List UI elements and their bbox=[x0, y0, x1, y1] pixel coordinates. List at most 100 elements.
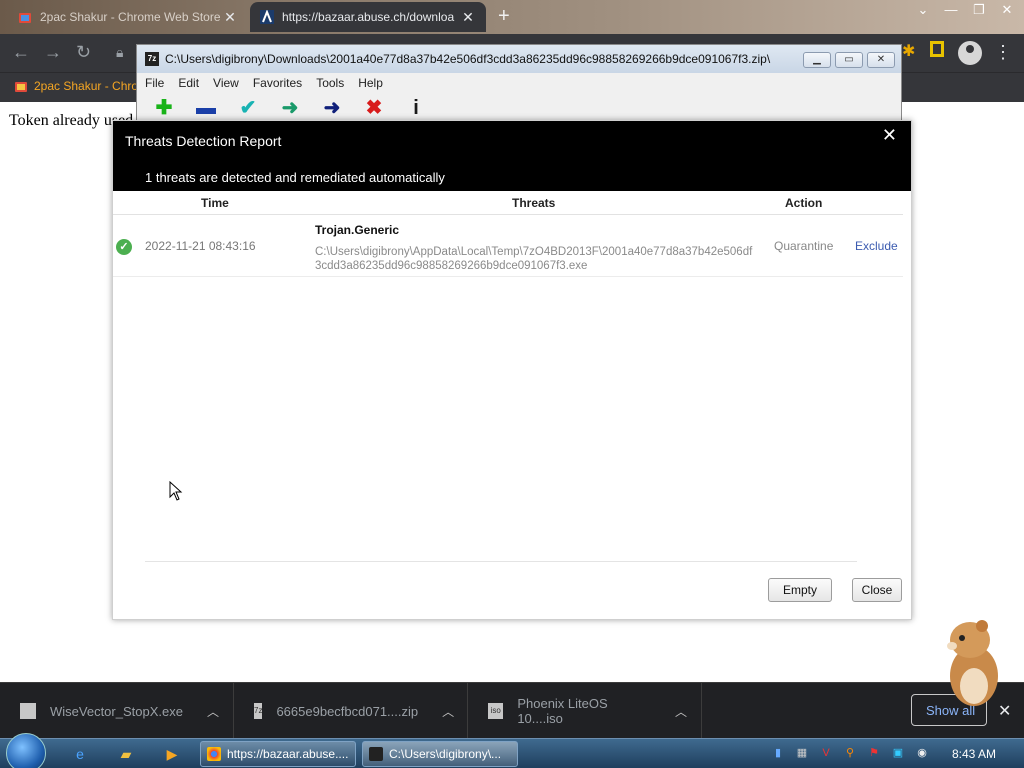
tab-chrome-web-store[interactable]: 2pac Shakur - Chrome Web Store ✕ bbox=[8, 2, 248, 32]
bookmark-favicon-icon bbox=[15, 82, 27, 92]
menu-tools[interactable]: Tools bbox=[316, 76, 344, 90]
copy-icon[interactable]: ➜ bbox=[279, 97, 301, 119]
test-icon[interactable]: ✔ bbox=[237, 97, 259, 119]
column-threats: Threats bbox=[512, 196, 556, 210]
taskbar: e ▰ ▶ https://bazaar.abuse.... C:\Users\… bbox=[0, 733, 1024, 768]
extension-icon[interactable]: ✱ bbox=[902, 41, 915, 61]
maximize-icon[interactable]: ❐ bbox=[968, 2, 990, 18]
download-item[interactable]: 7z 6665e9becfbcd071....zip ︿ bbox=[234, 683, 468, 739]
chrome-icon bbox=[207, 747, 221, 761]
threats-dialog: Threats Detection Report 1 threats are d… bbox=[112, 120, 912, 620]
exe-file-icon bbox=[20, 703, 36, 719]
download-filename: WiseVector_StopX.exe bbox=[50, 703, 183, 719]
column-action: Action bbox=[785, 196, 823, 210]
dialog-header: Threats Detection Report 1 threats are d… bbox=[113, 121, 911, 191]
menu-icon[interactable]: ⋮ bbox=[994, 42, 1012, 63]
chevron-up-icon[interactable]: ︿ bbox=[675, 703, 687, 720]
column-time: Time bbox=[201, 196, 229, 210]
iso-file-icon: iso bbox=[488, 703, 504, 719]
download-item[interactable]: iso Phoenix LiteOS 10....iso ︿ bbox=[468, 683, 702, 739]
antivirus-icon[interactable]: V bbox=[818, 745, 834, 761]
tab-close-icon[interactable]: ✕ bbox=[222, 9, 238, 26]
tray-app-icon[interactable]: ▦ bbox=[794, 745, 810, 761]
minimize-button[interactable]: ▁ bbox=[803, 52, 831, 68]
chevron-up-icon[interactable]: ︿ bbox=[207, 703, 219, 720]
flag-icon[interactable]: ⚑ bbox=[866, 745, 882, 761]
folder-icon[interactable]: ▰ bbox=[116, 744, 136, 764]
search-icon[interactable]: ⚲ bbox=[842, 745, 858, 761]
add-icon[interactable]: ✚ bbox=[153, 97, 175, 119]
reload-icon[interactable]: ↻ bbox=[76, 42, 91, 62]
tab-bazaar[interactable]: https://bazaar.abuse.ch/downloa ✕ bbox=[250, 2, 486, 32]
close-icon[interactable]: ✕ bbox=[882, 125, 897, 146]
menu-view[interactable]: View bbox=[213, 76, 239, 90]
sevenzip-menu-bar: File Edit View Favorites Tools Help bbox=[137, 73, 901, 93]
threat-path: C:\Users\digibrony\AppData\Local\Temp\7z… bbox=[315, 246, 753, 272]
network-icon[interactable]: ▣ bbox=[890, 745, 906, 761]
taskbar-chrome[interactable]: https://bazaar.abuse.... bbox=[200, 741, 356, 767]
check-circle-icon: ✓ bbox=[116, 239, 132, 255]
threat-action: Quarantine bbox=[774, 239, 834, 253]
close-button[interactable]: ✕ bbox=[867, 52, 895, 68]
sevenzip-titlebar[interactable]: 7z C:\Users\digibrony\Downloads\2001a40e… bbox=[137, 45, 901, 73]
close-button[interactable]: Close bbox=[852, 578, 902, 602]
hamster-mascot-icon bbox=[947, 620, 998, 706]
tab-close-icon[interactable]: ✕ bbox=[460, 9, 476, 26]
chevron-up-icon[interactable]: ︿ bbox=[442, 703, 454, 720]
chevron-down-icon[interactable]: ⌄ bbox=[912, 2, 934, 18]
media-player-icon[interactable]: ▶ bbox=[162, 744, 182, 764]
volume-icon[interactable]: ◉ bbox=[914, 745, 930, 761]
exclude-link[interactable]: Exclude bbox=[855, 239, 898, 253]
menu-favorites[interactable]: Favorites bbox=[253, 76, 302, 90]
download-item[interactable]: WiseVector_StopX.exe ︿ bbox=[0, 683, 234, 739]
tab-title: https://bazaar.abuse.ch/downloa bbox=[282, 10, 455, 24]
forward-icon[interactable]: → bbox=[44, 42, 62, 62]
tab-title: 2pac Shakur - Chrome Web Store bbox=[40, 10, 221, 24]
new-tab-icon[interactable]: + bbox=[498, 6, 510, 26]
dialog-title: Threats Detection Report bbox=[125, 133, 282, 149]
download-filename: Phoenix LiteOS 10....iso bbox=[517, 696, 608, 726]
dialog-subtitle: 1 threats are detected and remediated au… bbox=[145, 170, 445, 185]
sevenzip-title: C:\Users\digibrony\Downloads\2001a40e77d… bbox=[165, 52, 771, 66]
back-icon[interactable]: ← bbox=[12, 42, 30, 62]
table-header: Time Threats Action bbox=[113, 195, 903, 215]
extract-icon[interactable]: ▬ bbox=[195, 97, 217, 119]
menu-help[interactable]: Help bbox=[358, 76, 383, 90]
sevenzip-app-icon: 7z bbox=[145, 52, 159, 66]
empty-button[interactable]: Empty bbox=[768, 578, 832, 602]
browser-tab-strip: 2pac Shakur - Chrome Web Store ✕ https:/… bbox=[0, 0, 1024, 34]
bookmark-item[interactable]: 2pac Shakur - Chro bbox=[14, 79, 138, 93]
system-tray: ▮ ▦ V ⚲ ⚑ ▣ ◉ bbox=[770, 745, 930, 761]
bazaar-icon bbox=[260, 10, 274, 24]
info-icon[interactable]: i bbox=[405, 97, 427, 119]
sevenzip-icon bbox=[369, 747, 383, 761]
task-label: C:\Users\digibrony\... bbox=[389, 747, 502, 761]
internet-explorer-icon[interactable]: e bbox=[70, 744, 90, 764]
taskbar-7zip[interactable]: C:\Users\digibrony\... bbox=[362, 741, 518, 767]
zip-file-icon: 7z bbox=[254, 703, 263, 719]
download-filename: 6665e9becfbcd071....zip bbox=[276, 703, 419, 719]
chrome-web-store-icon bbox=[19, 13, 31, 23]
task-label: https://bazaar.abuse.... bbox=[227, 747, 349, 761]
sevenzip-window-controls: ▁ ▭ ✕ bbox=[803, 52, 895, 68]
lock-icon: 🔒︎ bbox=[116, 44, 124, 60]
delete-icon[interactable]: ✖ bbox=[363, 97, 385, 119]
table-row: ✓ 2022-11-21 08:43:16 Trojan.Generic C:\… bbox=[113, 217, 903, 277]
divider bbox=[145, 561, 857, 562]
profile-avatar[interactable] bbox=[958, 41, 982, 65]
maximize-button[interactable]: ▭ bbox=[835, 52, 863, 68]
start-button[interactable] bbox=[6, 733, 46, 768]
move-icon[interactable]: ➜ bbox=[321, 97, 343, 119]
clock: 8:43 AM bbox=[952, 747, 997, 761]
minimize-icon[interactable]: — bbox=[940, 2, 962, 18]
menu-edit[interactable]: Edit bbox=[178, 76, 199, 90]
sevenzip-toolbar: ✚ ▬ ✔ ➜ ➜ ✖ i bbox=[137, 93, 901, 123]
threat-name: Trojan.Generic bbox=[315, 223, 400, 237]
extension-icon[interactable] bbox=[930, 41, 944, 57]
download-shelf: WiseVector_StopX.exe ︿ 7z 6665e9becfbcd0… bbox=[0, 682, 1024, 739]
sevenzip-window: 7z C:\Users\digibrony\Downloads\2001a40e… bbox=[136, 44, 902, 124]
menu-file[interactable]: File bbox=[145, 76, 164, 90]
usb-icon[interactable]: ▮ bbox=[770, 745, 786, 761]
close-icon[interactable]: ✕ bbox=[996, 2, 1018, 18]
bookmark-label: 2pac Shakur - Chro bbox=[34, 79, 139, 93]
